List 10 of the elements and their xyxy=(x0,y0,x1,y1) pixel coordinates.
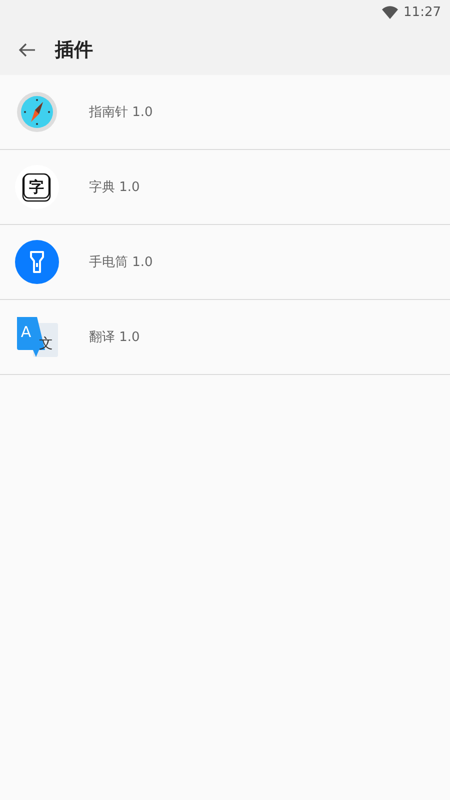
plugin-name[interactable]: 指南针 1.0 xyxy=(89,103,153,121)
wifi-icon xyxy=(382,6,398,19)
plugin-name[interactable]: 字典 1.0 xyxy=(89,178,140,196)
compass-icon xyxy=(15,90,59,134)
page-title: 插件 xyxy=(55,38,93,63)
dictionary-logo: 字 xyxy=(15,165,59,209)
flashlight-icon xyxy=(15,240,59,284)
plugin-name[interactable]: 翻译 1.0 xyxy=(89,328,140,346)
status-time: 11:27 xyxy=(404,5,441,20)
plugin-name[interactable]: 手电筒 1.0 xyxy=(89,253,153,271)
